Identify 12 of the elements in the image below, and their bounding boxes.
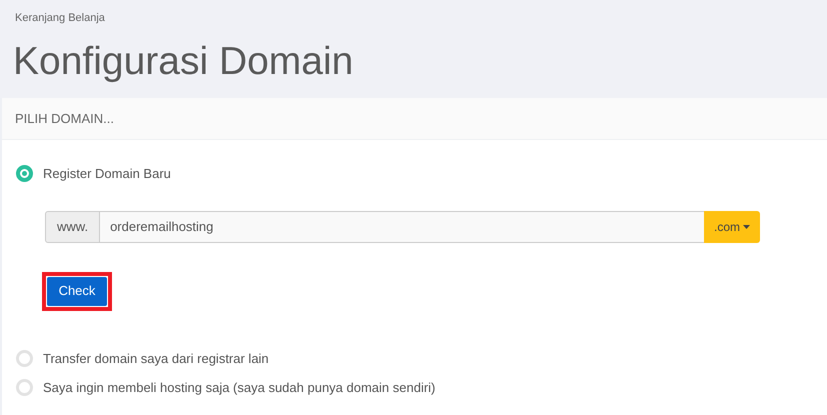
radio-button[interactable]	[16, 165, 33, 182]
option-label: Register Domain Baru	[43, 165, 171, 183]
caret-icon	[743, 224, 750, 228]
option-label: Saya ingin membeli hosting saja (saya sudah punya domain sendiri)	[43, 379, 436, 397]
panel-heading-text: PILIH DOMAIN...	[15, 110, 114, 128]
option-label: Transfer domain saya dari registrar lain	[43, 350, 269, 368]
www-prefix: www.	[45, 210, 100, 242]
page-title: Konfigurasi Domain	[13, 42, 354, 80]
check-button[interactable]: Check	[47, 276, 107, 306]
domain-input-field[interactable]: orderemailhosting	[100, 210, 704, 242]
breadcrumb[interactable]: Keranjang Belanja	[13, 10, 105, 26]
tld-dropdown[interactable]: .com	[704, 210, 760, 242]
